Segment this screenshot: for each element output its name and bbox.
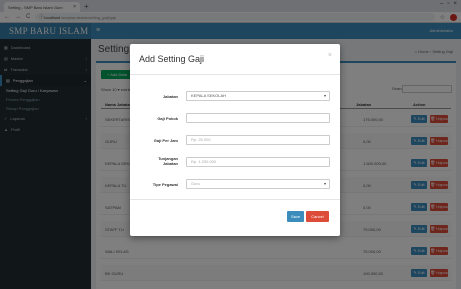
modal-title: Add Setting Gaji <box>139 54 205 64</box>
gaji-pokok-label: Gaji Pokok <box>157 116 178 121</box>
jabatan-select[interactable]: KEPALA SEKOLAH ▾ <box>186 91 330 101</box>
jabatan-label: Jabatan <box>162 94 178 99</box>
tipe-pegawai-value: Guru <box>191 181 200 186</box>
modal-divider <box>130 74 340 75</box>
jabatan-value: KEPALA SEKOLAH <box>191 93 227 98</box>
tipe-pegawai-label: Tipe Pegawai <box>152 182 178 187</box>
tunjangan-jabatan-input[interactable]: Rp. 1.250.000 <box>186 157 330 167</box>
add-setting-gaji-modal: Add Setting Gaji × Jabatan KEPALA SEKOLA… <box>130 44 340 236</box>
cancel-button[interactable]: Cancel <box>306 211 329 222</box>
save-button[interactable]: Save <box>287 211 304 222</box>
modal-footer-divider <box>130 199 340 200</box>
tunjangan-jabatan-label: Tunjangan Jabatan <box>138 156 178 166</box>
tipe-pegawai-select[interactable]: Guru ▾ <box>186 179 330 189</box>
tunjangan-label-line2: Jabatan <box>162 161 178 166</box>
chevron-down-icon: ▾ <box>323 181 326 186</box>
gaji-pokok-input[interactable] <box>186 113 330 123</box>
close-icon[interactable]: × <box>328 52 332 59</box>
gaji-per-jam-label: Gaji Per Jam <box>153 138 178 143</box>
gaji-per-jam-input[interactable]: Rp. 25.000 <box>186 135 330 145</box>
chevron-down-icon: ▾ <box>323 93 326 98</box>
